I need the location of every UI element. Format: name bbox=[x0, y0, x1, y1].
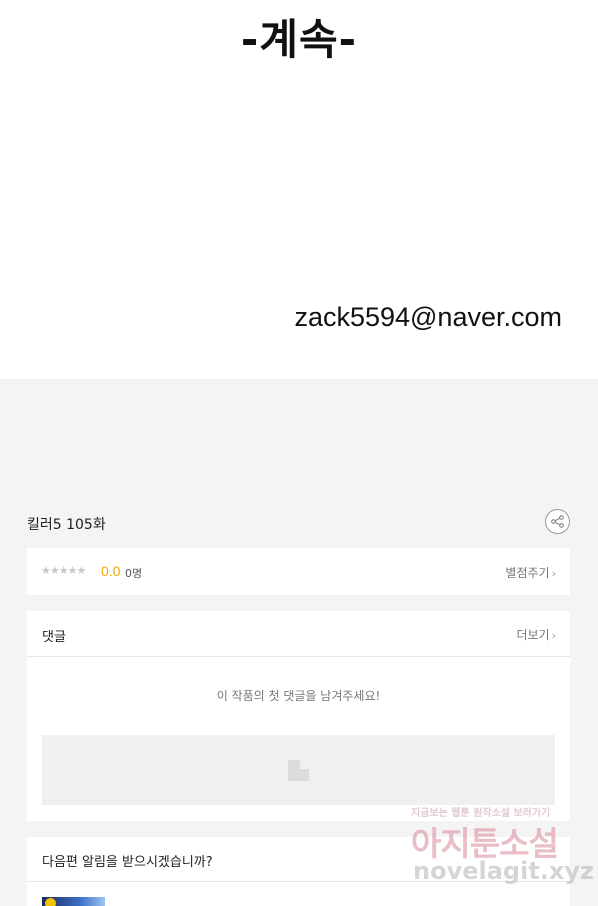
contact-email: zack5594@naver.com bbox=[294, 302, 562, 332]
more-label: 더보기 bbox=[516, 628, 550, 642]
share-button[interactable] bbox=[545, 509, 570, 534]
ad-placeholder[interactable] bbox=[42, 735, 555, 805]
share-icon bbox=[551, 515, 564, 528]
comments-more-button[interactable]: 더보기 › bbox=[516, 626, 556, 643]
rating-card: ★★★★★ 0.0 0명 별점주기 › bbox=[27, 548, 570, 595]
next-episode-thumbnail[interactable] bbox=[42, 897, 105, 906]
chevron-right-icon: › bbox=[551, 629, 556, 642]
comments-title: 댓글 bbox=[42, 630, 66, 645]
badge-icon bbox=[45, 898, 56, 906]
comments-header: 댓글 더보기 › bbox=[27, 611, 570, 657]
image-placeholder-icon bbox=[288, 760, 309, 781]
comments-card: 댓글 더보기 › 이 작품의 첫 댓글을 남겨주세요! bbox=[27, 611, 570, 821]
chevron-right-icon: › bbox=[551, 567, 556, 580]
to-be-continued-text: -계속- bbox=[240, 15, 358, 64]
episode-header: 킬러5 105화 bbox=[27, 508, 570, 538]
notify-question: 다음편 알림을 받으시겠습니까? bbox=[42, 855, 213, 870]
watermark: 지금보는 웹툰 원작소설 보러가기 아지툰소설 novelagit.xyz bbox=[411, 804, 594, 890]
rating-score: 0.0 bbox=[101, 563, 121, 579]
rater-count: 0명 bbox=[125, 567, 143, 580]
empty-comments-message: 이 작품의 첫 댓글을 남겨주세요! bbox=[216, 689, 381, 703]
star-rating-icon[interactable]: ★★★★★ bbox=[41, 564, 86, 577]
watermark-url: novelagit.xyz bbox=[413, 857, 595, 885]
comic-panel: -계속- zack5594@naver.com bbox=[0, 0, 598, 379]
episode-title: 킬러5 105화 bbox=[27, 517, 106, 533]
rate-button[interactable]: 별점주기 › bbox=[505, 564, 556, 581]
rate-button-label: 별점주기 bbox=[505, 566, 550, 580]
